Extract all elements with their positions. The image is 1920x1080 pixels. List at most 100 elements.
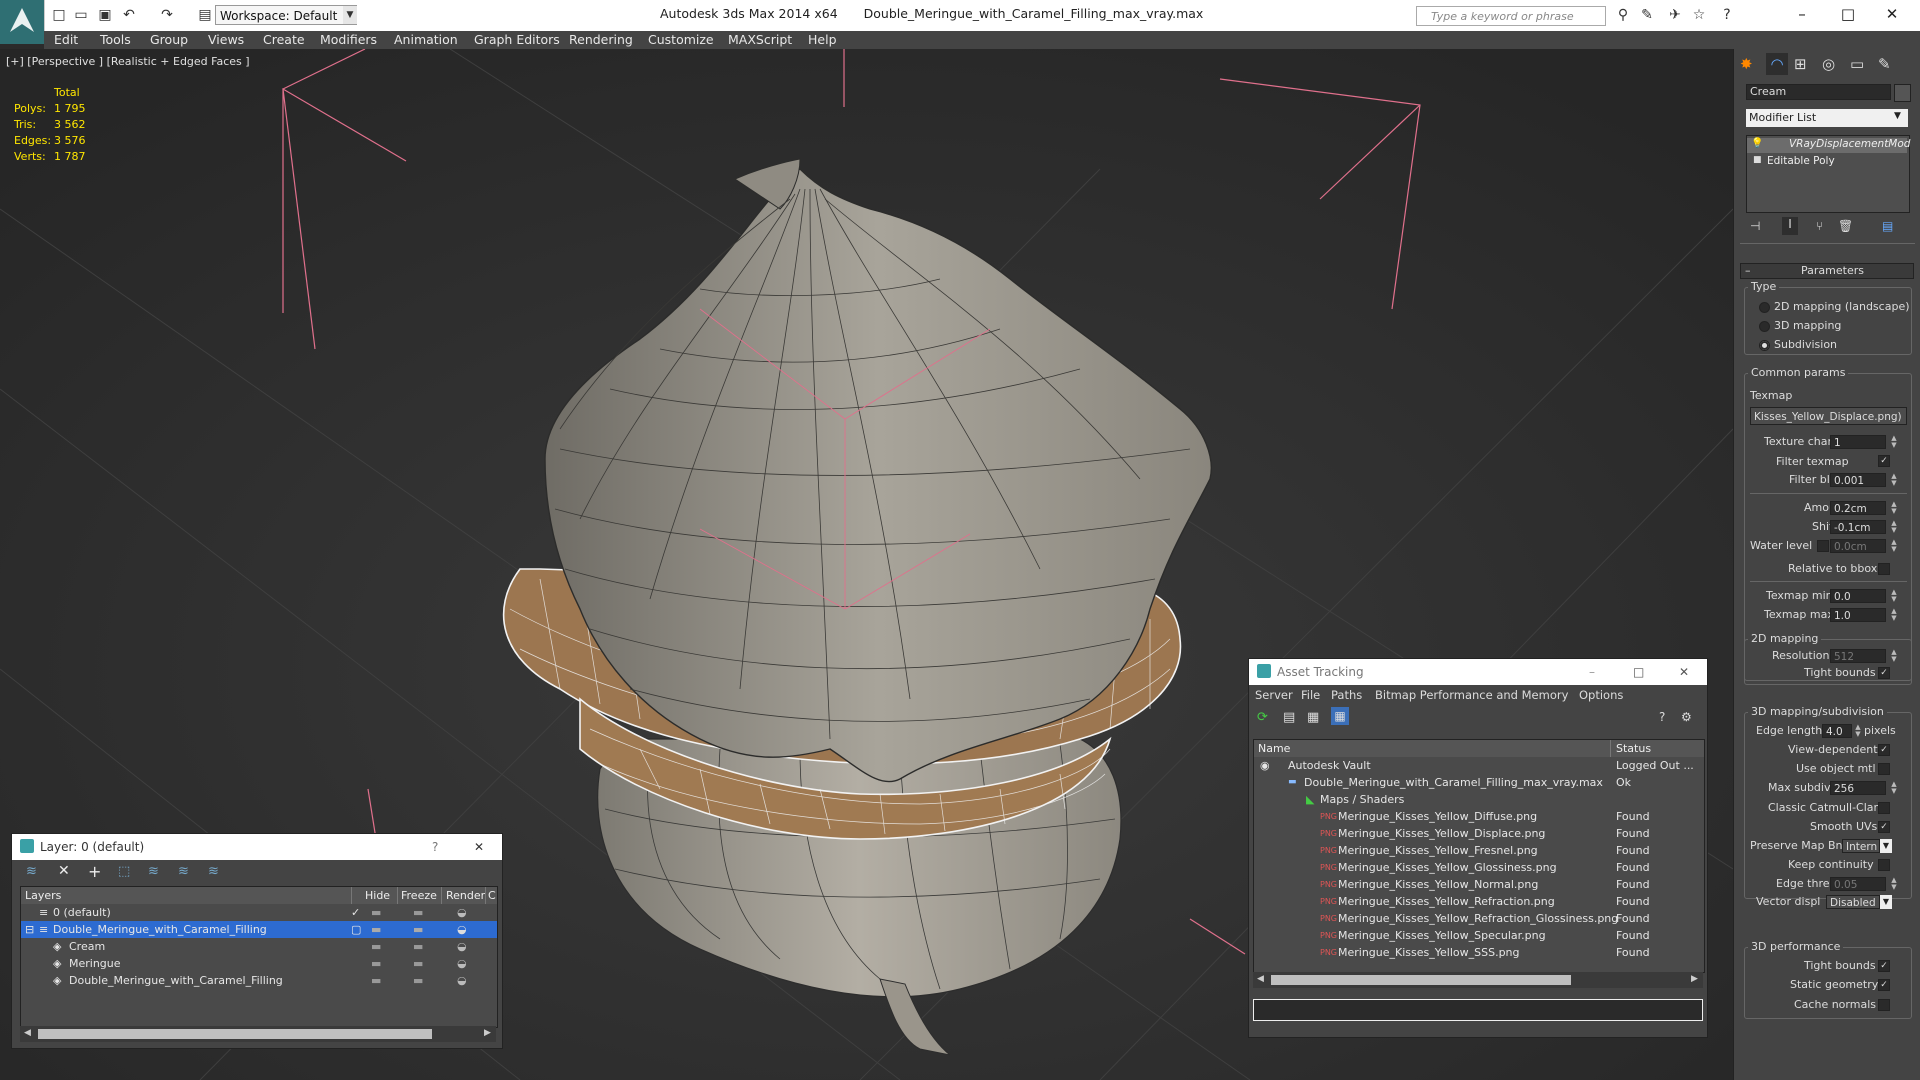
help-icon[interactable]: ? (1718, 6, 1736, 24)
view-dependent-checkbox[interactable]: ✓ (1878, 744, 1890, 756)
layer-window-titlebar[interactable]: Layer: 0 (default) ? ✕ (12, 834, 502, 860)
configure-modifier-sets-icon[interactable]: ▤ (1882, 219, 1893, 233)
classic-cc-checkbox[interactable] (1878, 802, 1890, 814)
use-object-mtl-checkbox[interactable] (1878, 763, 1890, 775)
object-row[interactable]: ◈ Double_Meringue_with_Caramel_Filling ▬… (21, 972, 497, 989)
asset-row[interactable]: PNG Meringue_Kisses_Yellow_Specular.png Fo… (1254, 927, 1704, 944)
texmap-button[interactable]: Kisses_Yellow_Displace.png) (1750, 407, 1907, 425)
asset-row[interactable]: PNG Meringue_Kisses_Yellow_Diffuse.png Fou… (1254, 808, 1704, 825)
menu-bitmap-performance[interactable]: Bitmap Performance and Memory (1375, 688, 1568, 702)
layer-horizontal-scrollbar[interactable]: ◀ ▶ (20, 1026, 496, 1042)
close-icon[interactable]: ✕ (474, 834, 484, 860)
menu-customize[interactable]: Customize (648, 31, 714, 49)
highlight-layer-icon[interactable]: ≋ (148, 864, 159, 879)
asset-row[interactable]: PNG Meringue_Kisses_Yellow_Displace.png Fo… (1254, 825, 1704, 842)
cache-normals-checkbox[interactable] (1878, 999, 1890, 1011)
thumbnail-view-icon[interactable]: ▦ (1307, 710, 1319, 725)
layer-row[interactable]: ≡ 0 (default) ✓ ▬ ▬ ◒ (21, 904, 497, 921)
stack-item-editable-poly[interactable]: ■ Editable Poly (1747, 155, 1907, 170)
hide-all-icon[interactable]: ≋ (178, 864, 189, 879)
col-freeze[interactable]: Freeze (401, 887, 437, 904)
vector-displ-dropdown[interactable]: Disabled (1826, 895, 1880, 909)
filter-blur-input[interactable]: 0.001 (1830, 473, 1886, 487)
menu-options[interactable]: Options (1579, 688, 1623, 702)
remove-modifier-icon[interactable]: 🗑 (1838, 219, 1853, 233)
filter-texmap-checkbox[interactable]: ✓ (1878, 455, 1890, 467)
hide-toggle[interactable]: ▬ (371, 955, 381, 972)
hide-toggle[interactable]: ▬ (371, 921, 381, 938)
chevron-down-icon[interactable]: ▼ (1880, 895, 1892, 909)
preserve-map-dropdown[interactable]: Intern (1842, 839, 1880, 853)
save-file-icon[interactable]: ▣ (96, 6, 114, 24)
communication-center-icon[interactable]: ✈ (1666, 6, 1684, 24)
display-tab-icon[interactable]: ▭ (1850, 55, 1864, 73)
resolution-input[interactable]: 512 (1830, 649, 1886, 663)
menu-server[interactable]: Server (1255, 688, 1293, 702)
menu-animation[interactable]: Animation (394, 31, 458, 49)
freeze-all-icon[interactable]: ≋ (208, 864, 219, 879)
max-subdivs-input[interactable]: 256 (1830, 781, 1886, 795)
amount-input[interactable]: 0.2cm (1830, 501, 1886, 515)
resolution-spinner[interactable]: ▲ ▼ (1890, 649, 1898, 663)
utilities-tab-icon[interactable]: ✎ (1878, 55, 1891, 73)
new-file-icon[interactable]: □ (50, 6, 68, 24)
shift-input[interactable]: -0.1cm (1830, 520, 1886, 534)
freeze-toggle[interactable]: ▬ (413, 955, 423, 972)
asset-row[interactable]: PNG Meringue_Kisses_Yellow_SSS.png Found (1254, 944, 1704, 961)
modify-tab-icon[interactable]: ◠ (1766, 53, 1788, 75)
select-objects-icon[interactable]: ⬚ (118, 864, 130, 879)
water-level-input[interactable]: 0.0cm (1830, 539, 1886, 553)
show-end-result-icon[interactable]: I (1782, 217, 1798, 235)
app-menu-button[interactable] (0, 0, 45, 44)
list-view-icon[interactable]: ▤ (1283, 710, 1295, 725)
scroll-right-icon[interactable]: ▶ (484, 1028, 491, 1038)
asset-horizontal-scrollbar[interactable]: ◀ ▶ (1253, 972, 1703, 988)
scroll-left-icon[interactable]: ◀ (1257, 974, 1264, 984)
layer-row-selected[interactable]: ⊟ ≡ Double_Meringue_with_Caramel_Filling… (21, 921, 497, 938)
render-teapot-icon[interactable]: ◒ (457, 972, 467, 989)
menu-views[interactable]: Views (208, 31, 244, 49)
radio-subdivision-selected[interactable] (1759, 340, 1770, 351)
refresh-icon[interactable]: ⟳ (1257, 710, 1268, 725)
freeze-toggle[interactable]: ▬ (413, 904, 423, 921)
close-icon[interactable]: ✕ (1679, 659, 1689, 685)
hide-toggle[interactable]: ▬ (371, 938, 381, 955)
water-level-checkbox[interactable] (1817, 540, 1829, 552)
table-view-icon[interactable]: ▦ (1331, 707, 1349, 725)
max-subdivs-spinner[interactable]: ▲ ▼ (1890, 781, 1898, 795)
create-tab-icon[interactable]: ✸ (1740, 55, 1753, 73)
menu-graph-editors[interactable]: Graph Editors (474, 31, 560, 49)
menu-edit[interactable]: Edit (54, 31, 78, 49)
menu-modifiers[interactable]: Modifiers (320, 31, 377, 49)
menu-paths[interactable]: Paths (1331, 688, 1362, 702)
col-render[interactable]: Render (446, 887, 485, 904)
texmap-min-spinner[interactable]: ▲ ▼ (1890, 589, 1898, 603)
object-row[interactable]: ◈ Cream ▬ ▬ ◒ (21, 938, 497, 955)
freeze-toggle[interactable]: ▬ (413, 972, 423, 989)
object-color-swatch[interactable] (1894, 84, 1911, 102)
modifier-list-dropdown[interactable]: Modifier List (1746, 109, 1908, 127)
col-color[interactable]: C (488, 887, 496, 904)
motion-tab-icon[interactable]: ◎ (1822, 55, 1835, 73)
current-layer-box-icon[interactable]: ▢ (351, 921, 362, 938)
open-file-icon[interactable]: ▭ (72, 6, 90, 24)
radio-2d-mapping[interactable] (1759, 302, 1770, 313)
asset-row[interactable]: PNG Meringue_Kisses_Yellow_Glossiness.png… (1254, 859, 1704, 876)
col-status[interactable]: Status (1616, 740, 1651, 757)
menu-file[interactable]: File (1301, 688, 1320, 702)
asset-row[interactable]: ◣ Maps / Shaders (1254, 791, 1704, 808)
smooth-uvs-checkbox[interactable]: ✓ (1878, 821, 1890, 833)
texmap-max-input[interactable]: 1.0 (1830, 608, 1886, 622)
edge-length-spinner[interactable]: ▲ ▼ (1854, 724, 1862, 738)
amount-spinner[interactable]: ▲ ▼ (1890, 501, 1898, 515)
add-to-layer-icon[interactable]: + (88, 862, 101, 881)
water-level-spinner[interactable]: ▲ ▼ (1890, 539, 1898, 553)
minimize-button[interactable]: – (1786, 4, 1818, 24)
maximize-button[interactable]: □ (1633, 659, 1644, 685)
keep-continuity-checkbox[interactable] (1878, 859, 1890, 871)
texmap-max-spinner[interactable]: ▲ ▼ (1890, 608, 1898, 622)
object-row[interactable]: ◈ Meringue ▬ ▬ ◒ (21, 955, 497, 972)
menu-group[interactable]: Group (150, 31, 188, 49)
chevron-down-icon[interactable]: ▼ (1880, 839, 1892, 853)
radio-3d-mapping[interactable] (1759, 321, 1770, 332)
